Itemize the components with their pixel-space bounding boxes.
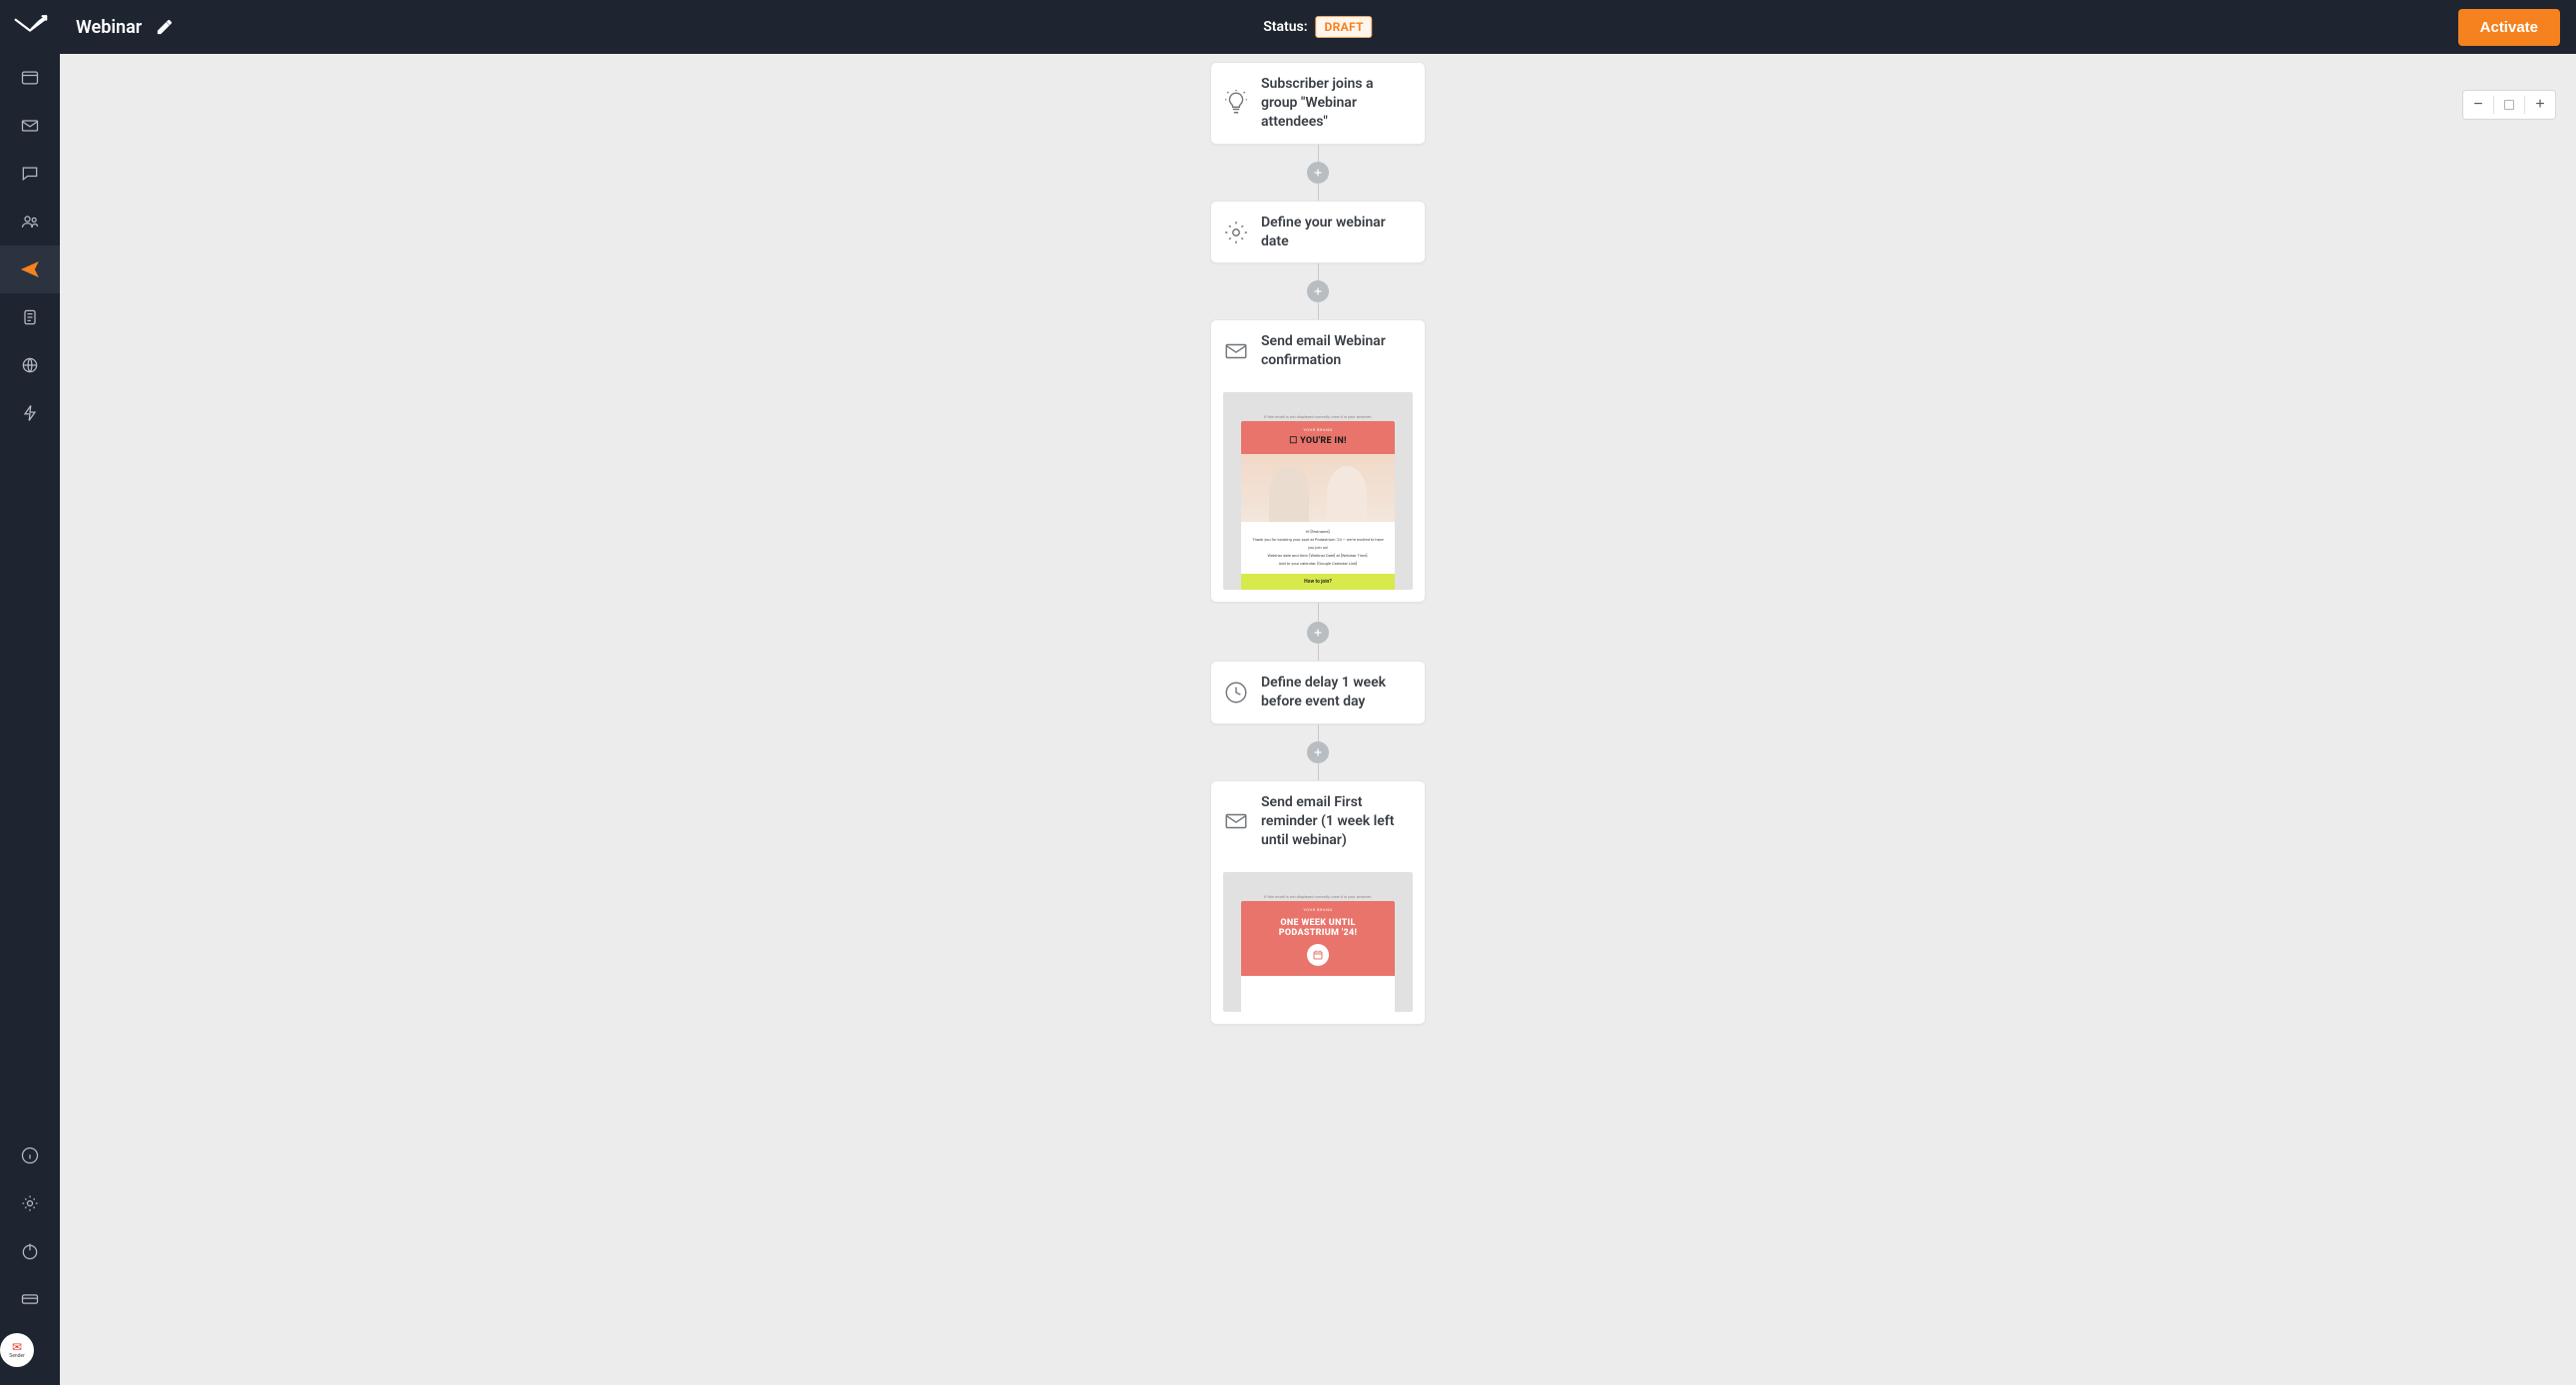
main-column: Webinar Status: DRAFT Activate − + Subsc… xyxy=(60,0,2576,1385)
automation-canvas[interactable]: − + Subscriber joins a group "Webinar at… xyxy=(60,54,2576,1385)
email-preview-reminder: If this email is not displayed correctly… xyxy=(1223,872,1413,1012)
page-title: Webinar xyxy=(76,17,142,38)
add-step-button[interactable] xyxy=(1307,162,1329,184)
node-email-reminder-text: Send email First reminder (1 week left u… xyxy=(1261,793,1413,850)
node-email-confirmation[interactable]: Send email Webinar confirmation If this … xyxy=(1210,319,1426,603)
top-bar: Webinar Status: DRAFT Activate xyxy=(60,0,2576,54)
node-delay-week-text: Define delay 1 week before event day xyxy=(1261,674,1413,711)
lightbulb-icon xyxy=(1223,90,1249,116)
node-email-confirmation-text: Send email Webinar confirmation xyxy=(1261,332,1413,370)
envelope-icon xyxy=(1223,338,1249,364)
sidebar-item-logout[interactable] xyxy=(0,1227,60,1275)
activate-button[interactable]: Activate xyxy=(2458,9,2560,46)
add-step-button[interactable] xyxy=(1307,622,1329,644)
sidebar-item-forms[interactable] xyxy=(0,293,60,341)
status-badge: DRAFT xyxy=(1316,16,1373,38)
node-delay-week[interactable]: Define delay 1 week before event day xyxy=(1210,661,1426,724)
preview-line2: Webinar date and time: [Webinar Date] at… xyxy=(1249,552,1387,560)
preview2-headline1: ONE WEEK UNTIL xyxy=(1245,918,1391,928)
edit-title-icon[interactable] xyxy=(156,18,174,36)
email-preview-confirmation: If this email is not displayed correctly… xyxy=(1223,392,1413,590)
preview2-headline2: PODASTRIUM '24! xyxy=(1245,928,1391,938)
sidebar-item-integrations[interactable] xyxy=(0,389,60,437)
app-switcher-badge[interactable]: ✉ Sender xyxy=(0,1333,34,1367)
node-trigger[interactable]: Subscriber joins a group "Webinar attend… xyxy=(1210,62,1426,145)
status-label: Status: xyxy=(1263,19,1307,35)
sender-mark-icon: ✉ xyxy=(12,1341,22,1353)
preview2-brand: YOUR BRAND xyxy=(1245,907,1391,912)
sidebar: ✉ Sender xyxy=(0,0,60,1385)
preview-line3: Add to your calendar: [Google Calendar L… xyxy=(1249,560,1387,568)
sidebar-item-globe[interactable] xyxy=(0,341,60,389)
sidebar-item-contacts[interactable] xyxy=(0,198,60,245)
sidebar-item-mail[interactable] xyxy=(0,102,60,150)
sidebar-item-chat[interactable] xyxy=(0,150,60,198)
preview-brand: YOUR BRAND xyxy=(1245,427,1391,432)
preview-line1: Thank you for booking your spot at Podas… xyxy=(1249,536,1387,552)
sidebar-item-billing[interactable] xyxy=(0,1275,60,1323)
envelope-icon xyxy=(1223,808,1249,834)
add-step-button[interactable] xyxy=(1307,741,1329,763)
sidebar-item-info[interactable] xyxy=(0,1132,60,1179)
node-define-date[interactable]: Define your webinar date xyxy=(1210,201,1426,264)
preview-headline: ☐ YOU'RE IN! xyxy=(1245,436,1391,446)
status-wrap: Status: DRAFT xyxy=(1263,16,1372,38)
preview-greeting: Hi [firstname], xyxy=(1249,528,1387,536)
preview-hero-image xyxy=(1241,454,1395,522)
sidebar-nav-bottom: ✉ Sender xyxy=(0,1132,60,1385)
app-logo[interactable] xyxy=(0,0,60,54)
calendar-circle-icon xyxy=(1307,944,1329,966)
node-email-reminder[interactable]: Send email First reminder (1 week left u… xyxy=(1210,780,1426,1025)
sender-mark-label: Sender xyxy=(9,1353,25,1359)
sidebar-item-automation[interactable] xyxy=(0,245,60,293)
preview-cta: How to join? xyxy=(1241,574,1395,590)
sidebar-nav-top xyxy=(0,54,60,1132)
clock-icon xyxy=(1223,680,1249,705)
node-define-date-text: Define your webinar date xyxy=(1261,214,1413,251)
node-trigger-text: Subscriber joins a group "Webinar attend… xyxy=(1261,75,1413,132)
gear-icon xyxy=(1223,220,1249,245)
add-step-button[interactable] xyxy=(1307,280,1329,302)
sidebar-item-settings[interactable] xyxy=(0,1179,60,1227)
flow-column: Subscriber joins a group "Webinar attend… xyxy=(60,54,2576,1385)
sidebar-item-dashboard[interactable] xyxy=(0,54,60,102)
